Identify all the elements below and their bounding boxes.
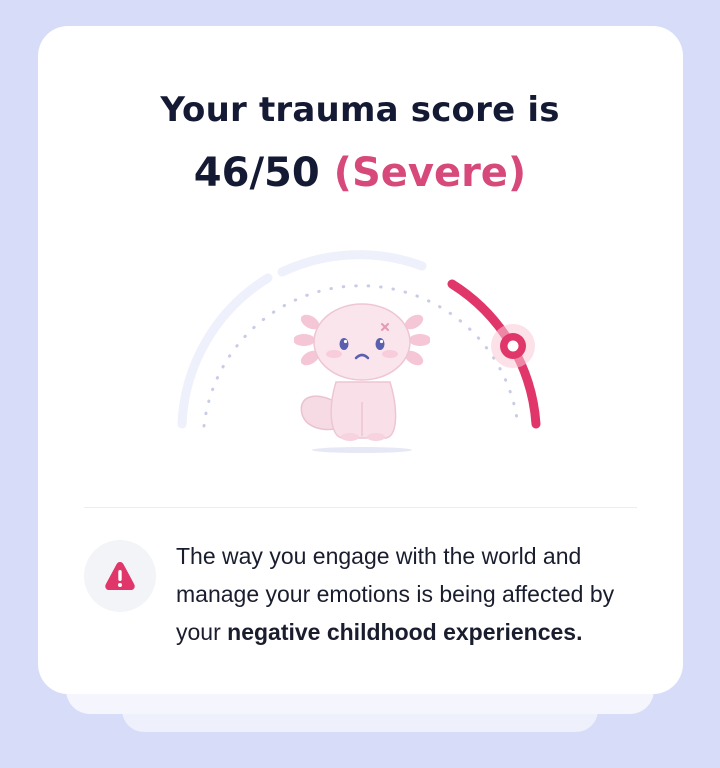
message-emphasis: negative childhood experiences. <box>227 619 583 645</box>
warning-icon <box>105 562 135 590</box>
axolotl-mascot-icon <box>294 303 430 453</box>
severity-label: (Severe) <box>333 150 527 196</box>
gauge-track-top <box>277 250 427 277</box>
content-divider <box>84 507 637 508</box>
result-message: The way you engage with the world and ma… <box>176 537 646 651</box>
warning-badge <box>84 540 156 612</box>
result-title: Your trauma score is <box>160 90 560 130</box>
gauge-knob-center <box>507 340 519 352</box>
score-line: 46/50 (Severe) <box>0 150 720 196</box>
gauge-track-left <box>177 273 273 429</box>
score-value: 46/50 <box>193 150 320 196</box>
